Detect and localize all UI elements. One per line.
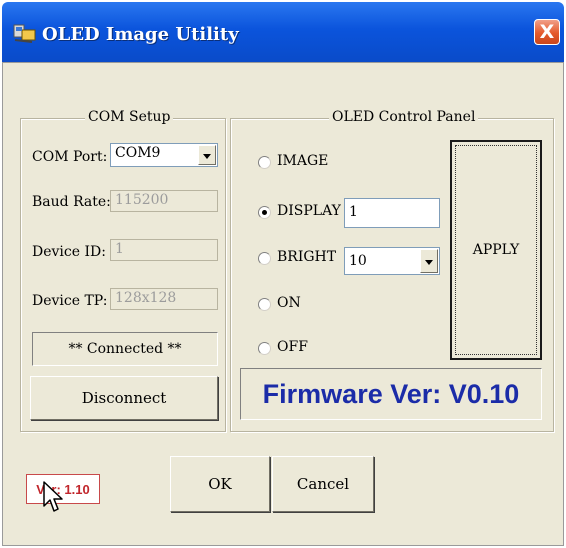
- radio-off-label[interactable]: OFF: [277, 339, 308, 355]
- display-value-input[interactable]: 1: [344, 198, 440, 228]
- com-setup-title: COM Setup: [85, 109, 174, 125]
- radio-image[interactable]: [258, 156, 271, 169]
- device-tp-field: 128x128: [110, 288, 218, 310]
- radio-image-label[interactable]: IMAGE: [277, 153, 328, 169]
- firmware-version-text: Firmware Ver: V0.10: [262, 378, 520, 409]
- com-port-label: COM Port:: [32, 149, 108, 165]
- radio-display[interactable]: [258, 206, 271, 219]
- radio-on-label[interactable]: ON: [277, 295, 301, 311]
- dialog-window: OLED Image Utility X COM Setup COM Port:…: [0, 0, 566, 548]
- disconnect-button[interactable]: Disconnect: [30, 376, 218, 420]
- close-button[interactable]: X: [534, 19, 560, 45]
- radio-display-label[interactable]: DISPLAY: [277, 203, 341, 219]
- apply-button-label: APPLY: [455, 145, 537, 355]
- device-id-label: Device ID:: [32, 244, 106, 260]
- cancel-button[interactable]: Cancel: [272, 456, 374, 512]
- radio-bright-label[interactable]: BRIGHT: [277, 249, 336, 265]
- bright-level-value: 10: [349, 253, 367, 269]
- chevron-down-icon[interactable]: [420, 249, 438, 273]
- connection-status: ** Connected **: [32, 332, 218, 366]
- chevron-down-icon[interactable]: [198, 145, 216, 165]
- title-bar[interactable]: OLED Image Utility X: [2, 2, 564, 62]
- radio-on[interactable]: [258, 298, 271, 311]
- radio-bright[interactable]: [258, 252, 271, 265]
- device-id-field: 1: [110, 239, 218, 261]
- window-title: OLED Image Utility: [42, 24, 239, 45]
- mouse-cursor-icon: [43, 481, 63, 512]
- ok-button[interactable]: OK: [170, 456, 270, 512]
- com-port-select[interactable]: COM9: [110, 143, 218, 167]
- oled-control-panel-title: OLED Control Panel: [329, 109, 479, 125]
- app-icon: [13, 24, 36, 43]
- baud-rate-field: 115200: [110, 190, 218, 212]
- baud-rate-label: Baud Rate:: [32, 194, 111, 210]
- bright-level-select[interactable]: 10: [344, 247, 440, 275]
- firmware-version-panel: Firmware Ver: V0.10: [240, 368, 542, 420]
- apply-button[interactable]: APPLY: [450, 140, 542, 360]
- com-port-value: COM9: [115, 145, 161, 161]
- radio-off[interactable]: [258, 342, 271, 355]
- device-tp-label: Device TP:: [32, 293, 108, 309]
